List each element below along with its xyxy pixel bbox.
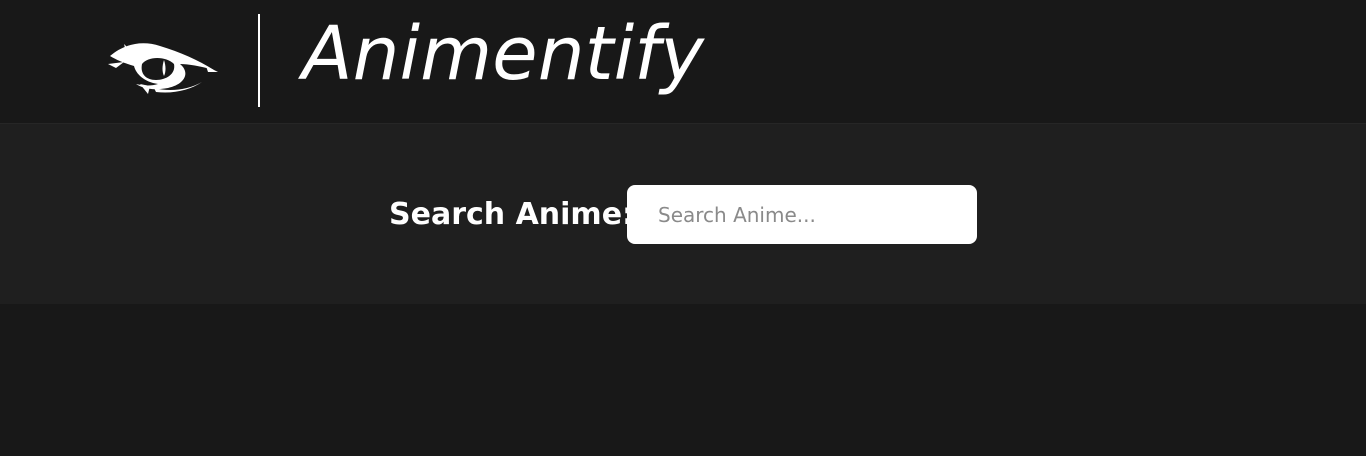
search-section: Search Anime:	[0, 124, 1366, 304]
header-divider	[258, 14, 260, 107]
site-header: Animentify	[0, 0, 1366, 124]
search-label: Search Anime:	[389, 197, 635, 232]
search-input[interactable]	[627, 185, 977, 244]
eye-icon[interactable]	[104, 36, 220, 98]
brand-name[interactable]: Animentify	[302, 4, 704, 104]
